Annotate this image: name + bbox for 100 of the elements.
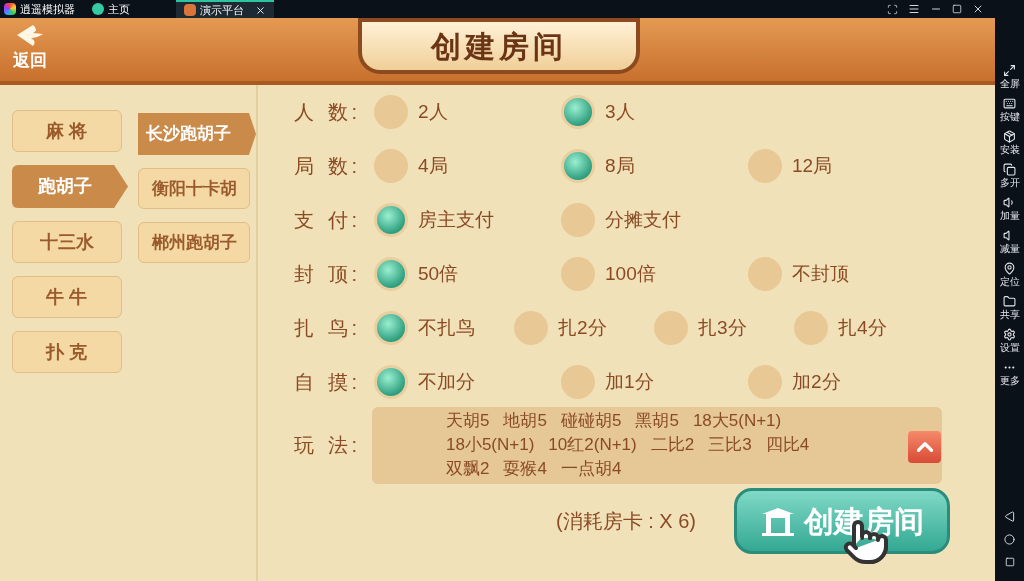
category-tab[interactable]: 扑 克 <box>12 331 122 373</box>
rule-item: 地胡5 <box>503 409 547 432</box>
radio-button[interactable] <box>374 149 408 183</box>
rule-item: 天胡5 <box>446 409 490 432</box>
rule-item: 18大5(N+1) <box>692 409 782 432</box>
option-choice[interactable]: 3人 <box>605 97 635 127</box>
option-label: 玩 法: <box>294 433 363 458</box>
volume-up-icon <box>1003 196 1016 209</box>
option-choice[interactable]: 加1分 <box>605 367 654 397</box>
option-label: 自 摸: <box>294 370 363 395</box>
radio-button[interactable] <box>748 149 782 183</box>
rule-item: 黑胡5 <box>635 409 679 432</box>
radio-button[interactable] <box>561 257 595 291</box>
rule-item: 二比2 <box>650 433 695 456</box>
category-tab[interactable]: 跑胡子 <box>12 165 128 208</box>
radio-button[interactable] <box>748 365 782 399</box>
collapse-button[interactable] <box>908 430 941 463</box>
radio-button[interactable] <box>561 95 595 129</box>
keyboard-icon <box>1003 97 1016 110</box>
radio-button[interactable] <box>654 311 688 345</box>
option-label: 支 付: <box>294 208 363 233</box>
radio-button[interactable] <box>374 95 408 129</box>
toolbar-button[interactable]: 更多 <box>999 361 1020 394</box>
radio-button[interactable] <box>374 257 408 291</box>
app-logo-icon <box>4 3 16 15</box>
radio-button[interactable] <box>561 149 595 183</box>
option-choice[interactable]: 加2分 <box>792 367 841 397</box>
rule-item: 耍猴4 <box>503 457 547 480</box>
rule-item: 双飘2 <box>446 457 490 480</box>
rule-item: 10红2(N+1) <box>548 433 637 456</box>
toolbar-button[interactable]: 减量 <box>999 229 1020 262</box>
folder-icon <box>1003 295 1016 308</box>
settings-icon <box>1003 328 1016 341</box>
toolbar-button[interactable]: 全屏 <box>999 64 1020 97</box>
category-tab[interactable]: 麻 将 <box>12 110 122 152</box>
rule-item: 18小5(N+1) <box>446 433 535 456</box>
location-pin-icon <box>1003 262 1016 275</box>
page-title: 创建房间 <box>431 28 567 65</box>
back-nav-icon[interactable] <box>1004 511 1015 522</box>
rule-item: 碰碰胡5 <box>560 409 622 432</box>
home-tab-icon <box>92 3 104 15</box>
app-name: 逍遥模拟器 <box>20 3 75 15</box>
home-nav-icon[interactable] <box>1004 534 1015 545</box>
rule-item: 三比3 <box>708 433 752 456</box>
option-choice[interactable]: 12局 <box>792 151 833 181</box>
option-choice[interactable]: 4局 <box>418 151 448 181</box>
room-card-cost: (消耗房卡 : X 6) <box>556 509 696 534</box>
radio-button[interactable] <box>374 311 408 345</box>
gate-icon <box>760 506 796 536</box>
option-choice[interactable]: 100倍 <box>605 259 656 289</box>
variant-tab[interactable]: 长沙跑胡子 <box>138 113 256 155</box>
option-label: 扎 鸟: <box>294 316 363 341</box>
category-tab[interactable]: 十三水 <box>12 221 122 263</box>
option-choice[interactable]: 分摊支付 <box>605 205 681 235</box>
option-choice[interactable]: 8局 <box>605 151 635 181</box>
radio-button[interactable] <box>748 257 782 291</box>
back-arrow-icon <box>15 22 45 48</box>
maximize-icon[interactable] <box>952 4 962 14</box>
option-choice[interactable]: 扎3分 <box>698 313 747 343</box>
rule-item: 四比4 <box>765 433 810 456</box>
option-label: 人 数: <box>294 100 363 125</box>
close-icon[interactable] <box>972 3 984 15</box>
option-label: 局 数: <box>294 154 363 179</box>
variant-tab[interactable]: 衡阳十卡胡 <box>138 168 250 209</box>
option-choice[interactable]: 不扎鸟 <box>418 313 475 343</box>
browser-tab[interactable]: 主页 <box>84 0 176 18</box>
radio-button[interactable] <box>561 203 595 237</box>
toolbar-button[interactable]: 加量 <box>999 196 1020 229</box>
toolbar-button[interactable]: 按键 <box>999 97 1020 130</box>
toolbar-button[interactable]: 多开 <box>999 163 1020 196</box>
option-choice[interactable]: 房主支付 <box>418 205 494 235</box>
radio-button[interactable] <box>374 203 408 237</box>
browser-tab[interactable]: 演示平台 <box>176 0 274 18</box>
option-choice[interactable]: 不加分 <box>418 367 475 397</box>
radio-button[interactable] <box>561 365 595 399</box>
screenshot-icon[interactable] <box>887 3 898 15</box>
variant-tab[interactable]: 郴州跑胡子 <box>138 222 250 263</box>
toolbar-button[interactable]: 共享 <box>999 295 1020 328</box>
option-choice[interactable]: 不封顶 <box>792 259 849 289</box>
windows-icon <box>1003 163 1016 176</box>
rule-item: 一点胡4 <box>560 457 622 480</box>
menu-icon[interactable] <box>908 3 920 15</box>
fullscreen-icon <box>1003 64 1016 77</box>
toolbar-button[interactable]: 设置 <box>999 328 1020 361</box>
option-choice[interactable]: 2人 <box>418 97 448 127</box>
option-choice[interactable]: 扎4分 <box>838 313 887 343</box>
radio-button[interactable] <box>794 311 828 345</box>
option-label: 封 顶: <box>294 262 363 287</box>
radio-button[interactable] <box>514 311 548 345</box>
radio-button[interactable] <box>374 365 408 399</box>
toolbar-button[interactable]: 定位 <box>999 262 1020 295</box>
option-choice[interactable]: 50倍 <box>418 259 459 289</box>
option-choice[interactable]: 扎2分 <box>558 313 607 343</box>
close-icon[interactable] <box>255 4 266 16</box>
recent-apps-icon[interactable] <box>1004 557 1015 567</box>
toolbar-button[interactable]: 安装 <box>999 130 1020 163</box>
package-icon <box>1003 130 1016 143</box>
game-tab-icon <box>184 4 196 16</box>
category-tab[interactable]: 牛 牛 <box>12 276 122 318</box>
back-button[interactable]: 返回 <box>0 18 60 74</box>
